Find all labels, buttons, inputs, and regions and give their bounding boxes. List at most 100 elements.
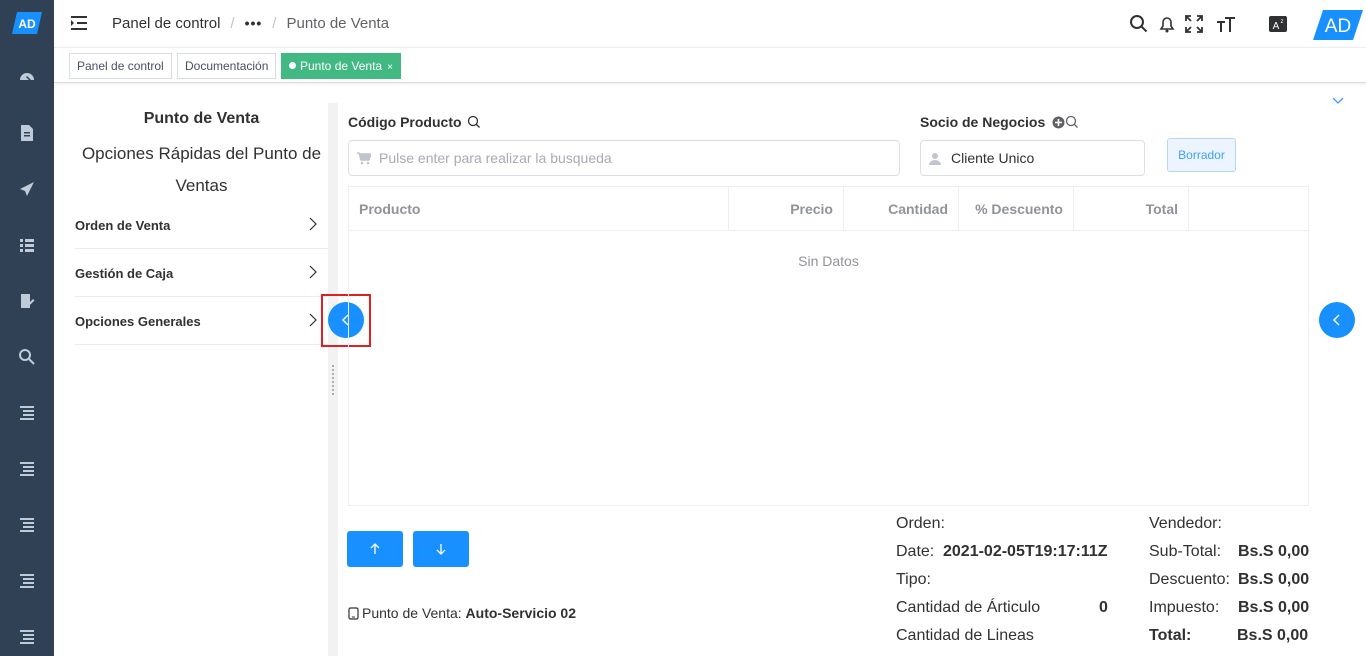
tags-view: Panel de control Documentación Punto de … [54,48,1366,83]
pos-label: Punto de Venta: [362,605,462,621]
collapse-right-button[interactable] [1319,302,1355,338]
chevron-right-icon [309,265,317,279]
svg-text:z: z [1281,19,1284,25]
menu-gestion-de-caja[interactable]: Gestión de Caja [75,249,328,297]
empty-text: Sin Datos [798,253,859,269]
chevron-left-icon [1332,314,1340,326]
order-lines-table: Producto Precio Cantidad % Descuento Tot… [348,186,1309,506]
menu-orden-de-venta[interactable]: Orden de Venta [75,201,328,249]
column-header[interactable]: Precio [729,187,844,231]
pos-value: Auto-Servicio 02 [465,605,577,621]
arrow-up-icon [370,543,380,554]
tag-label: Documentación [185,59,269,73]
tag-label: Punto de Venta [300,59,383,73]
breadcrumb-separator: / [230,15,235,32]
menu-label: Orden de Venta [75,218,171,233]
menu-label: Gestión de Caja [75,266,174,281]
type-label: Tipo: [896,571,931,588]
date-label: Date: [896,543,935,560]
column-header[interactable]: % Descuento [959,187,1074,231]
product-code-label: Código Producto [348,114,481,130]
language-icon[interactable]: Az [1268,14,1288,34]
menu-opciones-generales[interactable]: Opciones Generales [75,297,328,345]
chevron-right-icon [309,217,317,231]
breadcrumb-ellipsis[interactable]: ••• [245,15,263,31]
user-avatar[interactable]: AD [1313,10,1363,40]
app-logo[interactable]: AD [12,12,42,34]
tag-label: Panel de control [77,59,164,73]
panel-title: Punto de Venta [143,110,260,127]
search-icon[interactable] [1129,14,1149,34]
search-icon[interactable] [17,347,37,367]
input-placeholder: Pulse enter para realizar la busqueda [379,150,612,166]
breadcrumb-home[interactable]: Panel de control [112,15,220,32]
tree-list-icon[interactable] [17,403,37,423]
date-value: 2021-02-05T19:17:11Z [943,543,1108,560]
document-icon[interactable] [17,123,37,143]
total-value: Bs.S 0,00 [1237,627,1309,644]
column-header[interactable]: Producto [349,187,729,231]
column-header[interactable]: Total [1074,187,1189,231]
send-icon[interactable] [17,179,37,199]
chevron-right-icon [309,313,317,327]
tree-list-icon[interactable] [17,627,37,647]
qty-articles-value: 0 [1099,599,1108,616]
menu-fold-icon[interactable] [70,14,88,32]
breadcrumb: Panel de control / ••• / Punto de Venta [112,15,389,32]
user-icon [929,153,941,165]
search-icon[interactable] [467,115,481,129]
panel-subtitle: Opciones Rápidas del Punto de Ventas [81,144,322,195]
order-label: Orden: [896,515,945,532]
tag-panel-de-control[interactable]: Panel de control [69,53,172,79]
chevron-down-icon[interactable] [1332,97,1344,105]
fullscreen-icon[interactable] [1184,14,1204,34]
label-text: Socio de Negocios [920,114,1046,130]
discount-label: Descuento: [1149,571,1230,588]
qty-lines-label: Cantidad de Lineas [896,627,1034,644]
move-up-button[interactable] [347,531,403,567]
seller-label: Vendedor: [1149,515,1222,532]
sidebar: AD [0,0,54,656]
svg-text:AD: AD [1325,16,1351,37]
tag-punto-de-venta[interactable]: Punto de Venta × [281,53,401,79]
breadcrumb-separator: / [272,15,277,32]
input-value: Cliente Unico [951,150,1035,166]
menu-label: Opciones Generales [75,314,201,329]
qty-articles-label: Cantidad de Árticulo [896,599,1041,616]
navbar: Panel de control / ••• / Punto de Venta Az A… [54,0,1366,48]
tax-value: Bs.S 0,00 [1238,599,1310,616]
splitter-grip[interactable] [331,364,335,396]
dashboard-icon[interactable] [17,67,37,87]
total-label: Total: [1149,627,1192,644]
bell-icon[interactable] [1157,14,1177,34]
subtotal-value: Bs.S 0,00 [1238,543,1310,560]
active-dot [289,62,296,69]
tax-label: Impuesto: [1149,599,1220,616]
cart-icon [357,152,371,165]
list-icon[interactable] [17,235,37,255]
tree-list-icon[interactable] [17,515,37,535]
tablet-icon [348,607,359,620]
tree-list-icon[interactable] [17,459,37,479]
svg-text:A: A [1273,21,1280,32]
tag-documentacion[interactable]: Documentación [177,53,277,79]
pos-info: Punto de Venta: Auto-Servicio 02 [348,605,576,621]
move-down-button[interactable] [413,531,469,567]
discount-value: Bs.S 0,00 [1238,571,1310,588]
partner-input[interactable]: Cliente Unico [920,140,1145,176]
add-circle-icon[interactable] [1052,116,1065,129]
close-icon[interactable]: × [387,62,393,73]
product-search-input[interactable]: Pulse enter para realizar la busqueda [348,140,900,176]
arrow-down-icon [436,544,446,555]
clear-button[interactable]: Borrador [1167,138,1236,172]
table-header: Producto Precio Cantidad % Descuento Tot… [349,187,1308,231]
edit-document-icon[interactable] [17,291,37,311]
breadcrumb-current: Punto de Venta [286,15,390,32]
search-icon[interactable] [1065,115,1079,129]
tree-list-icon[interactable] [17,571,37,591]
partner-label: Socio de Negocios [920,114,1079,130]
subtotal-label: Sub-Total: [1149,543,1222,560]
text-size-icon[interactable] [1216,14,1236,34]
column-header[interactable]: Cantidad [844,187,959,231]
svg-text:AD: AD [18,17,36,31]
